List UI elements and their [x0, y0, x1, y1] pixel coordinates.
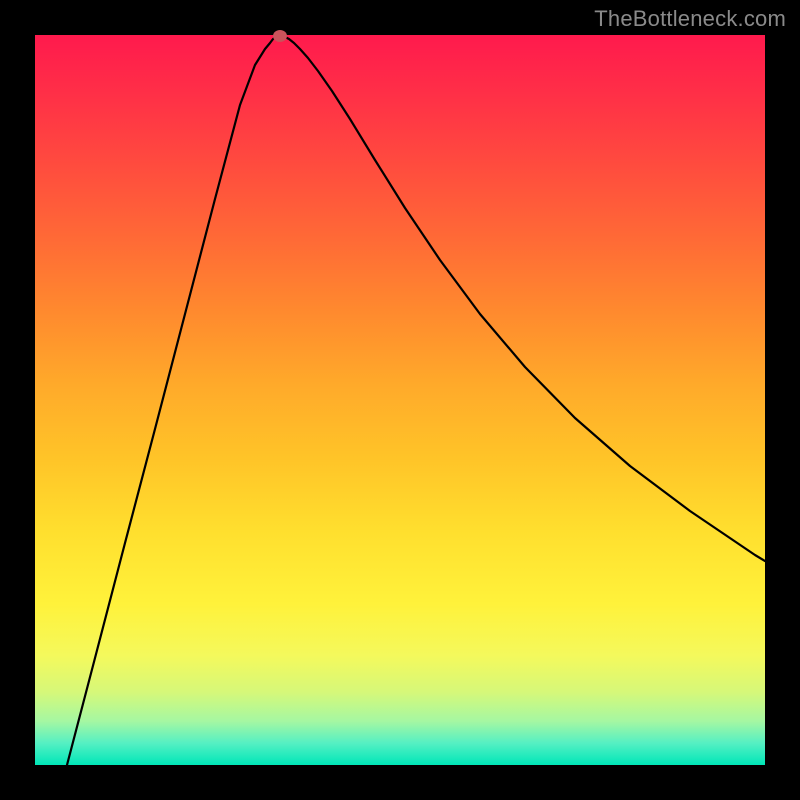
chart-frame: TheBottleneck.com	[0, 0, 800, 800]
chart-plot-area	[35, 35, 765, 765]
watermark-text: TheBottleneck.com	[594, 6, 786, 32]
bottleneck-curve	[35, 35, 765, 765]
optimum-marker	[273, 30, 287, 42]
